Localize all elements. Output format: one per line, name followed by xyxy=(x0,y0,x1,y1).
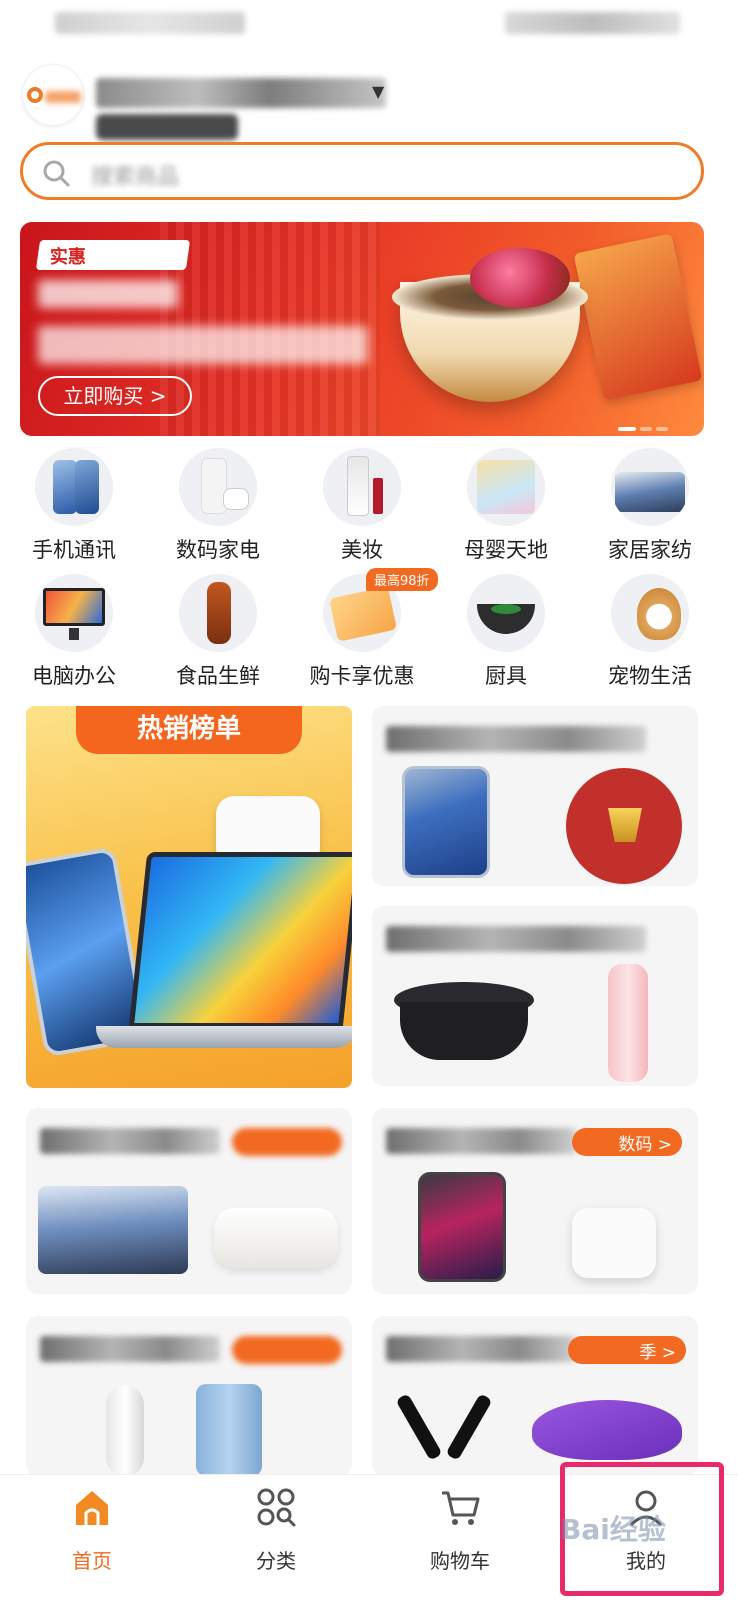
promo-card-4[interactable]: 数码 > xyxy=(372,1108,698,1294)
card-title-blurred xyxy=(386,926,646,952)
cart-icon xyxy=(442,1491,480,1525)
pot-image xyxy=(400,1002,528,1060)
status-time-blurred xyxy=(55,12,245,34)
home-icon xyxy=(76,1491,108,1525)
carousel-dots xyxy=(618,416,672,435)
season-tag[interactable]: 季 > xyxy=(568,1336,686,1364)
store-tag-blurred xyxy=(96,114,238,140)
category-phones[interactable]: 手机通讯 xyxy=(0,446,148,566)
status-icons-blurred xyxy=(505,12,680,34)
search-placeholder: 搜索商品 xyxy=(91,165,180,190)
promo-card-3[interactable] xyxy=(26,1108,352,1294)
jump-rope-image xyxy=(395,1393,443,1461)
bedding-icon xyxy=(611,448,689,526)
category-food[interactable]: 食品生鲜 xyxy=(144,572,292,692)
diaper-icon xyxy=(467,448,545,526)
card-title-blurred xyxy=(386,1128,576,1154)
discount-badge: 最高98折 xyxy=(366,568,438,591)
card-title-blurred xyxy=(40,1128,220,1154)
banner-headline-blurred xyxy=(38,280,178,308)
category-home[interactable]: 家居家纺 xyxy=(576,446,724,566)
pillow-image xyxy=(214,1208,338,1268)
monitor-icon xyxy=(35,574,113,652)
suitcase-image xyxy=(196,1384,262,1476)
store-name-blurred xyxy=(96,78,386,108)
category-baby[interactable]: 母婴天地 xyxy=(432,446,580,566)
iphone-dark-image xyxy=(418,1172,506,1282)
hot-sales-title: 热销榜单 xyxy=(76,706,302,754)
vacuum-image xyxy=(106,1386,144,1476)
promo-card-1[interactable] xyxy=(372,706,698,886)
hot-sales-card[interactable]: 热销榜单 xyxy=(26,706,352,1088)
food-icon xyxy=(179,574,257,652)
banner-tag: 实惠 xyxy=(35,240,191,270)
appliance-icon xyxy=(179,448,257,526)
category-digital[interactable]: 数码家电 xyxy=(144,446,292,566)
watermark: Bai经验 xyxy=(560,1513,666,1546)
bedding-image xyxy=(38,1186,188,1274)
store-header[interactable]: ▼ xyxy=(0,58,738,140)
nav-category[interactable]: 分类 xyxy=(184,1475,368,1600)
red-packet-image xyxy=(573,233,703,401)
promo-banner[interactable]: 实惠 立即购买 > xyxy=(20,222,704,436)
dog-icon xyxy=(611,574,689,652)
airpods-image xyxy=(572,1208,656,1278)
category-icon xyxy=(257,1488,296,1527)
promo-card-6[interactable]: 季 > xyxy=(372,1316,698,1476)
card-tag-blurred xyxy=(232,1336,342,1364)
necklace-image xyxy=(566,768,682,884)
iphone-image xyxy=(402,766,490,878)
banner-subtitle-blurred xyxy=(38,326,368,364)
card-title-blurred xyxy=(40,1336,220,1362)
category-beauty[interactable]: 美妆 xyxy=(288,446,436,566)
store-logo xyxy=(22,64,84,126)
phone-icon xyxy=(35,448,113,526)
buy-now-button[interactable]: 立即购买 > xyxy=(38,376,192,416)
nav-cart[interactable]: 购物车 xyxy=(368,1475,552,1600)
category-giftcard[interactable]: 最高98折 购卡享优惠 xyxy=(288,568,438,692)
nav-home[interactable]: 首页 xyxy=(0,1475,184,1600)
wok-icon xyxy=(467,574,545,652)
promo-card-2[interactable] xyxy=(372,906,698,1086)
laptop-image xyxy=(128,852,352,1028)
promo-card-5[interactable] xyxy=(26,1316,352,1476)
category-pets[interactable]: 宠物生活 xyxy=(576,572,724,692)
search-icon xyxy=(43,160,70,187)
search-bar[interactable]: 搜索商品 xyxy=(20,142,704,200)
category-computer[interactable]: 电脑办公 xyxy=(0,572,148,692)
food-image xyxy=(470,248,570,308)
yoga-mat-image xyxy=(532,1400,682,1460)
chevron-down-icon[interactable]: ▼ xyxy=(372,82,384,101)
card-title-blurred xyxy=(386,726,646,752)
card-title-blurred xyxy=(386,1336,576,1362)
card-tag-blurred xyxy=(232,1128,342,1156)
bottle-image xyxy=(608,964,648,1082)
category-kitchen[interactable]: 厨具 xyxy=(432,572,580,692)
cosmetics-icon xyxy=(323,448,401,526)
digital-tag[interactable]: 数码 > xyxy=(572,1128,682,1156)
status-bar xyxy=(0,0,738,50)
